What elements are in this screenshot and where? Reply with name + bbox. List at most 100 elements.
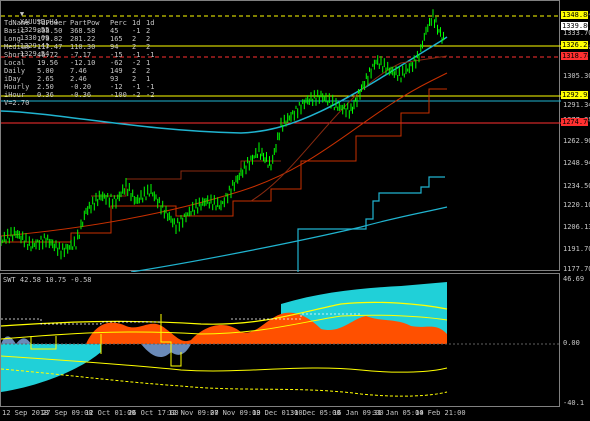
- price-level-tag: 1348.84: [561, 11, 590, 19]
- price-level-tag: 1318.74: [561, 52, 590, 60]
- stats-cell: 2.50: [37, 83, 54, 91]
- price-axis-label: 1220.10: [563, 201, 590, 209]
- stats-cell: 0.36: [37, 91, 54, 99]
- stats-row: Long 170.82 281.22 165 2 2: [4, 35, 158, 43]
- stats-row: Local 19.56 -12.10 -62 -2 1: [4, 59, 158, 67]
- price-axis-label: 1234.50: [563, 182, 590, 190]
- stats-cell: -0.36: [70, 91, 92, 99]
- stats-row: Short 46.72 -7.17 -15 -1 -1: [4, 51, 158, 59]
- stats-cell: 2.65: [37, 75, 54, 83]
- stats-cell: 93: [110, 75, 119, 83]
- stats-cell: -1: [146, 51, 155, 59]
- stats-cell: 7.46: [70, 67, 87, 75]
- stats-table: TdName TdPower PartPow Perc 1d 1d Basic 808.50 3…: [4, 19, 158, 107]
- stats-cell: -2: [132, 59, 141, 67]
- stats-cell: 165: [110, 35, 123, 43]
- stats-cell: Long: [4, 35, 21, 43]
- stats-row: Hourly 2.50 -0.20 -12 -1 -1: [4, 83, 158, 91]
- swt-cyan-fill-lower: [1, 344, 101, 392]
- stats-cell: Hourly: [4, 83, 30, 91]
- indicator-canvas[interactable]: [1, 274, 561, 408]
- stats-row: Basic 808.50 368.58 45 -1 2: [4, 27, 158, 35]
- dropdown-arrow-icon: ▼: [19, 10, 25, 18]
- stats-cell: 149: [110, 67, 123, 75]
- indicator-axis-label: 0.00: [563, 339, 580, 347]
- lower-trend-line: [130, 206, 448, 272]
- stats-cell: -0.20: [70, 83, 92, 91]
- swt-outer-band: [1, 368, 448, 397]
- stats-cell: 808.50: [37, 27, 63, 35]
- price-axis-label: 1206.13: [563, 223, 590, 231]
- stats-cell: 46.72: [37, 51, 59, 59]
- chart-window[interactable]: ▼ XAUUSD,H4 1329.55 1330.09 1329.41 1329…: [0, 0, 590, 421]
- stats-cell: Medium: [4, 43, 30, 51]
- red-trend-curve-2: [250, 55, 448, 202]
- stats-cell: TdPower: [37, 19, 67, 27]
- stats-cell: 1d: [146, 19, 155, 27]
- stats-cell: 2: [132, 75, 137, 83]
- stats-cell: PartPow: [70, 19, 100, 27]
- time-axis-label: 14 Feb 21:00: [415, 409, 466, 417]
- stats-cell: -1: [132, 27, 141, 35]
- stats-cell: Perc: [110, 19, 127, 27]
- swt-blue-fill: [141, 344, 191, 358]
- stats-cell: 45: [110, 27, 119, 35]
- stats-cell: Daily: [4, 67, 26, 75]
- stats-cell: 2: [132, 67, 137, 75]
- stats-cell: 19.56: [37, 59, 59, 67]
- price-axis-label: 1305.30: [563, 72, 590, 80]
- stats-row: iDay 2.65 2.46 93 2 1: [4, 75, 158, 83]
- stats-row: iHour 0.36 -0.36 -100 -2 -2: [4, 91, 158, 99]
- stats-cell: 1: [146, 75, 151, 83]
- stats-cell: Local: [4, 59, 26, 67]
- stats-cell: 2: [132, 43, 137, 51]
- stats-cell: 1d: [132, 19, 141, 27]
- price-axis-label: 1333.70: [563, 29, 590, 37]
- stats-cell: 170.82: [37, 35, 63, 43]
- price-level-tag: 1292.95: [561, 91, 590, 99]
- stats-cell: Short: [4, 51, 26, 59]
- stats-cell: 2.46: [70, 75, 87, 83]
- stats-cell: 2: [146, 27, 151, 35]
- stats-cell: 368.58: [70, 27, 96, 35]
- indicator-pane[interactable]: [0, 273, 561, 408]
- stats-cell: -12: [110, 83, 123, 91]
- stats-cell: -62: [110, 59, 123, 67]
- stats-cell: -1: [132, 51, 141, 59]
- price-axis-label: 1262.90: [563, 137, 590, 145]
- stats-cell: -100: [110, 91, 127, 99]
- stats-cell: 94: [110, 43, 119, 51]
- price-level-tag: 1339.86: [561, 22, 590, 30]
- stats-footer: V=2.70: [4, 99, 30, 107]
- upper-step-line: [91, 160, 281, 197]
- stats-cell: 281.22: [70, 35, 96, 43]
- stats-cell: 110.30: [70, 43, 96, 51]
- stats-row: Medium 117.47 110.30 94 2 2: [4, 43, 158, 51]
- price-level-tag: 1326.21: [561, 41, 590, 49]
- price-level-tag: 1274.70: [561, 118, 590, 126]
- price-axis-label: 1191.70: [563, 245, 590, 253]
- indicator-axis-label: -40.1: [563, 399, 585, 407]
- stats-cell: 5.00: [37, 67, 54, 75]
- stats-cell: -1: [132, 83, 141, 91]
- stats-header-row: TdName TdPower PartPow Perc 1d 1d: [4, 19, 158, 27]
- indicator-label: SWT 42.58 10.75 -0.58: [3, 276, 92, 284]
- stats-cell: TdName: [4, 19, 30, 27]
- stats-cell: -2: [146, 91, 155, 99]
- price-axis-label: 1248.94: [563, 159, 590, 167]
- stats-cell: 2: [146, 67, 151, 75]
- stats-cell: -15: [110, 51, 123, 59]
- stats-cell: -2: [132, 91, 141, 99]
- stats-cell: 2: [132, 35, 137, 43]
- price-axis-label: 1177.70: [563, 265, 590, 273]
- stats-cell: Basic: [4, 27, 26, 35]
- indicator-axis-label: 46.69: [563, 275, 585, 283]
- stats-cell: iDay: [4, 75, 21, 83]
- stats-cell: -1: [146, 83, 155, 91]
- stats-cell: 2: [146, 35, 151, 43]
- stats-cell: 2: [146, 43, 151, 51]
- stats-cell: -7.17: [70, 51, 92, 59]
- stats-cell: iHour: [4, 91, 26, 99]
- stats-row: Daily 5.00 7.46 149 2 2: [4, 67, 158, 75]
- stats-cell: 117.47: [37, 43, 63, 51]
